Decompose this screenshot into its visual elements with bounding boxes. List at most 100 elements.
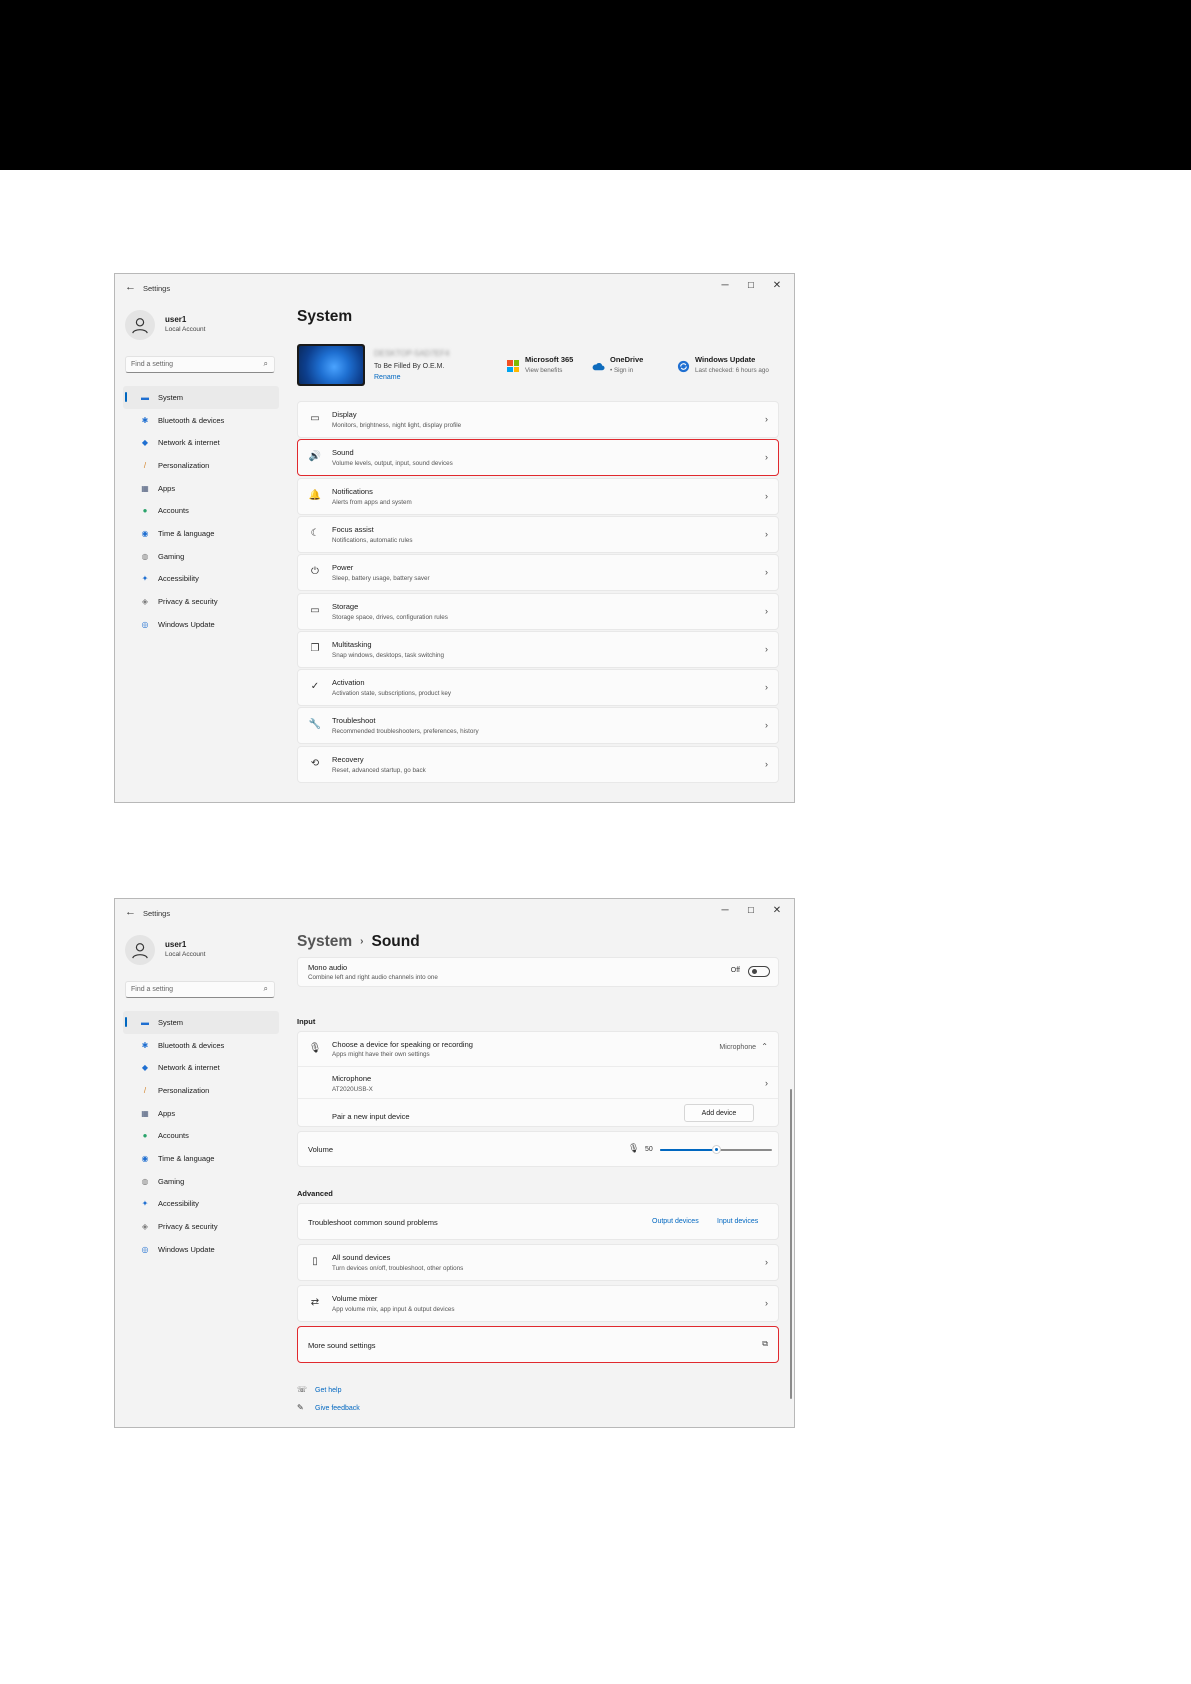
accessibility-icon: ✦ [141,574,149,584]
card-title: Storage [332,601,359,611]
focus-assist-card[interactable]: ☾ Focus assist Notifications, automatic ru… [297,515,779,553]
sidebar-item-label: Bluetooth & devices [158,415,225,425]
sidebar-item-time-language[interactable]: ◉ Time & language [123,1147,279,1170]
sidebar-item-system[interactable]: ▬ System [123,1011,279,1034]
card-title: Sound [332,448,354,458]
sidebar-item-network-internet[interactable]: ◆ Network & internet [123,431,279,454]
feedback-icon: ✎ [297,1403,304,1412]
wrench-icon: 🔧 [308,719,322,731]
notifications-card[interactable]: 🔔 Notifications Alerts from apps and syste… [297,477,779,515]
sidebar-item-personalization[interactable]: / Personalization [123,1079,279,1102]
sidebar-item-apps[interactable]: ▦ Apps [123,477,279,500]
give-feedback-link[interactable]: ✎ Give feedback [297,1403,360,1412]
sidebar-item-label: Personalization [158,460,210,470]
all-devices-title: All sound devices [332,1253,391,1262]
chevron-right-icon: › [765,452,768,463]
sidebar-item-personalization[interactable]: / Personalization [123,454,279,477]
sidebar-item-label: Personalization [158,1085,210,1095]
sidebar-item-accounts[interactable]: ● Accounts [123,1124,279,1147]
sidebar-item-accounts[interactable]: ● Accounts [123,499,279,522]
microphone-icon: 🎙 [308,1043,322,1054]
mono-audio-toggle[interactable] [748,966,770,977]
sidebar-item-apps[interactable]: ▦ Apps [123,1102,279,1125]
troubleshoot-card[interactable]: 🔧 Troubleshoot Recommended troubleshooters… [297,707,779,745]
sidebar-item-gaming[interactable]: ◍ Gaming [123,1170,279,1193]
activation-card[interactable]: ✓ Activation Activation state, subscriptio… [297,669,779,707]
sidebar-item-accessibility[interactable]: ✦ Accessibility [123,1193,279,1216]
sidebar-item-gaming[interactable]: ◍ Gaming [123,545,279,568]
microphone-device-title[interactable]: Microphone [332,1074,371,1083]
sidebar-item-system[interactable]: ▬ System [123,386,279,409]
back-arrow-icon[interactable]: ← [125,906,136,918]
sound-card[interactable]: 🔊 Sound Volume levels, output, input, soun… [297,439,779,477]
sidebar-item-privacy-security[interactable]: ◈ Privacy & security [123,1215,279,1238]
back-arrow-icon[interactable]: ← [125,281,136,293]
sidebar-item-accessibility[interactable]: ✦ Accessibility [123,568,279,591]
more-sound-settings-card[interactable]: More sound settings ⧉ [297,1326,779,1363]
storage-icon: ▭ [310,604,320,616]
search-input[interactable]: Find a setting ⌕ [125,981,275,998]
moon-icon: ☾ [310,527,320,539]
system-icon: ▬ [141,1017,149,1027]
user-profile[interactable]: user1 Local Account [125,935,285,969]
power-icon: ⏻ [311,566,319,578]
troubleshoot-label: Troubleshoot common sound problems [308,1218,438,1227]
search-placeholder: Find a setting [131,361,174,368]
mono-audio-title: Mono audio [308,963,348,972]
sidebar-item-windows-update[interactable]: ◎ Windows Update [123,613,279,636]
update-icon: ◎ [141,1244,149,1254]
speaker-icon: 🔊 [308,451,322,463]
volume-mixer-card[interactable]: ⇄ Volume mixer App volume mix, app input… [297,1285,779,1322]
shield-icon: ◈ [141,597,149,607]
chevron-right-icon[interactable]: › [765,1078,768,1088]
recovery-card[interactable]: ⟲ Recovery Reset, advanced startup, go bac… [297,745,779,783]
sidebar-item-label: System [158,1017,184,1027]
speaker-device-icon: ▯ [312,1256,318,1267]
card-title: Multitasking [332,639,372,649]
sidebar-item-label: Accessibility [158,574,199,584]
card-title: Display [332,410,357,419]
storage-card[interactable]: ▭ Storage Storage space, drives, configura… [297,592,779,630]
rename-link[interactable]: Rename [374,374,400,381]
chevron-up-icon[interactable]: ⌃ [761,1042,768,1051]
breadcrumb-parent[interactable]: System [297,933,352,950]
chevron-right-icon: › [765,1298,768,1308]
sidebar-item-time-language[interactable]: ◉ Time & language [123,522,279,545]
selected-input-device[interactable]: Microphone [719,1044,756,1051]
network-icon: ◆ [141,1063,149,1073]
volume-slider[interactable] [660,1132,772,1168]
sidebar-item-label: Accessibility [158,1199,199,1209]
app-title: Settings [143,284,171,293]
sidebar-item-label: Time & language [158,1153,215,1163]
card-subtitle: Alerts from apps and system [332,498,412,506]
all-sound-devices-card[interactable]: ▯ All sound devices Turn devices on/off,… [297,1244,779,1281]
update-icon: ◎ [141,619,149,629]
tile-title: OneDrive [610,355,644,364]
sidebar-item-privacy-security[interactable]: ◈ Privacy & security [123,590,279,613]
power-card[interactable]: ⏻ Power Sleep, battery usage, battery save… [297,554,779,592]
sidebar-item-bluetooth-devices[interactable]: ✱ Bluetooth & devices [123,409,279,432]
add-device-button[interactable]: Add device [684,1104,754,1122]
pc-name: DESKTOP-5AD7EF4 [374,349,450,358]
output-devices-link[interactable]: Output devices [652,1218,699,1225]
app-title: Settings [143,909,171,918]
user-profile[interactable]: user1 Local Account [125,310,285,344]
top-black-banner [0,0,1191,170]
sidebar-item-label: Windows Update [158,1244,215,1254]
get-help-link[interactable]: ☏ Get help [297,1385,341,1394]
display-card[interactable]: ▭ Display Monitors, brightness, night ligh… [297,401,779,438]
sidebar-item-bluetooth-devices[interactable]: ✱ Bluetooth & devices [123,1034,279,1057]
user-name: user1 [165,315,187,324]
scrollbar[interactable] [790,1089,792,1399]
volume-slider-thumb[interactable] [711,1145,721,1154]
card-title: Power [332,563,354,573]
multitasking-card[interactable]: ❐ Multitasking Snap windows, desktops, tas… [297,630,779,668]
card-subtitle: Recommended troubleshooters, preferences… [332,728,479,736]
sidebar-item-network-internet[interactable]: ◆ Network & internet [123,1056,279,1079]
search-input[interactable]: Find a setting ⌕ [125,356,275,373]
bluetooth-icon: ✱ [141,415,149,425]
sidebar-item-label: System [158,392,184,402]
input-devices-link[interactable]: Input devices [717,1218,758,1225]
sidebar-item-windows-update[interactable]: ◎ Windows Update [123,1238,279,1261]
chevron-right-icon: › [765,720,768,731]
